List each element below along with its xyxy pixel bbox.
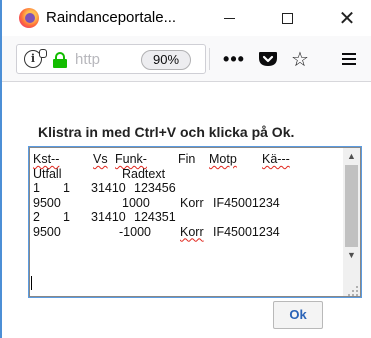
- text-token: Korr: [180, 224, 204, 239]
- url-text[interactable]: http: [75, 51, 100, 68]
- zoom-level-button[interactable]: 90%: [141, 50, 191, 70]
- text-token: Kä---: [262, 152, 290, 166]
- text-token: 124351: [134, 210, 176, 224]
- scroll-down-arrow-icon[interactable]: ▼: [343, 247, 360, 264]
- text-token: 1000: [122, 195, 150, 210]
- text-token: 9500: [33, 195, 61, 210]
- info-icon[interactable]: i: [24, 49, 47, 68]
- textarea-line: 2 1 31410 124351: [33, 210, 176, 225]
- star-icon[interactable]: ☆: [286, 45, 314, 73]
- text-token: Motp: [209, 152, 237, 166]
- minimize-button[interactable]: [206, 0, 252, 36]
- text-token: 1: [63, 181, 70, 195]
- window-title: Raindanceportale...: [46, 9, 177, 26]
- textarea-line: 9500 1000 Korr IF45001234: [33, 196, 280, 211]
- text-token: 1: [63, 210, 70, 224]
- text-token: 31410: [91, 181, 126, 195]
- text-token: IF45001234: [213, 195, 280, 210]
- page-actions-icon[interactable]: •••: [220, 45, 248, 73]
- maximize-icon: [281, 12, 293, 24]
- textarea-content[interactable]: Kst-- Vs Funk- Fin Motp Kä--- Utfall Rad…: [33, 152, 290, 240]
- lock-icon[interactable]: [53, 52, 67, 68]
- text-token: 2: [33, 210, 40, 224]
- text-token: 9500: [33, 224, 61, 239]
- text-token: Utfall: [33, 166, 62, 181]
- text-token: IF45001234: [213, 224, 280, 239]
- textarea-line: 9500 -1000 Korr IF45001234: [33, 225, 280, 240]
- textarea-line: 1 1 31410 123456: [33, 181, 176, 196]
- toolbar-separator: [209, 48, 210, 70]
- text-token: 123456: [134, 181, 176, 195]
- scroll-up-arrow-icon[interactable]: ▲: [343, 148, 360, 165]
- text-token: Kst--: [33, 152, 60, 166]
- text-token: Vs: [93, 152, 108, 166]
- maximize-button[interactable]: [264, 0, 310, 36]
- scrollbar-thumb[interactable]: [345, 165, 358, 247]
- textarea-line: Kst-- Vs Funk- Fin Motp Kä---: [33, 152, 290, 167]
- firefox-logo-icon: [19, 8, 39, 28]
- text-token: 1: [33, 181, 40, 195]
- ok-button[interactable]: Ok: [273, 301, 323, 329]
- text-caret: [31, 276, 32, 290]
- paste-textarea[interactable]: Kst-- Vs Funk- Fin Motp Kä--- Utfall Rad…: [28, 146, 362, 298]
- close-button[interactable]: ✕: [324, 0, 370, 36]
- url-bar[interactable]: i http 90%: [16, 44, 206, 74]
- menu-icon[interactable]: [335, 45, 363, 73]
- textarea-line: Utfall Radtext: [33, 167, 165, 182]
- text-token: Korr: [180, 195, 204, 210]
- window-titlebar[interactable]: Raindanceportale... ✕: [2, 0, 371, 36]
- pocket-icon[interactable]: [254, 45, 282, 73]
- textarea-scrollbar[interactable]: ▲ ▼: [343, 148, 360, 296]
- minimize-icon: [223, 17, 235, 19]
- text-token: Radtext: [122, 166, 166, 181]
- text-token: -1000: [119, 224, 151, 239]
- paste-instruction: Klistra in med Ctrl+V och klicka på Ok.: [38, 124, 295, 140]
- text-token: Fin: [178, 152, 196, 166]
- navigation-toolbar: i http 90% ••• ☆: [2, 36, 371, 82]
- text-token: Funk-: [115, 152, 147, 166]
- resize-grip-icon[interactable]: [348, 284, 358, 296]
- text-token: 31410: [91, 210, 126, 224]
